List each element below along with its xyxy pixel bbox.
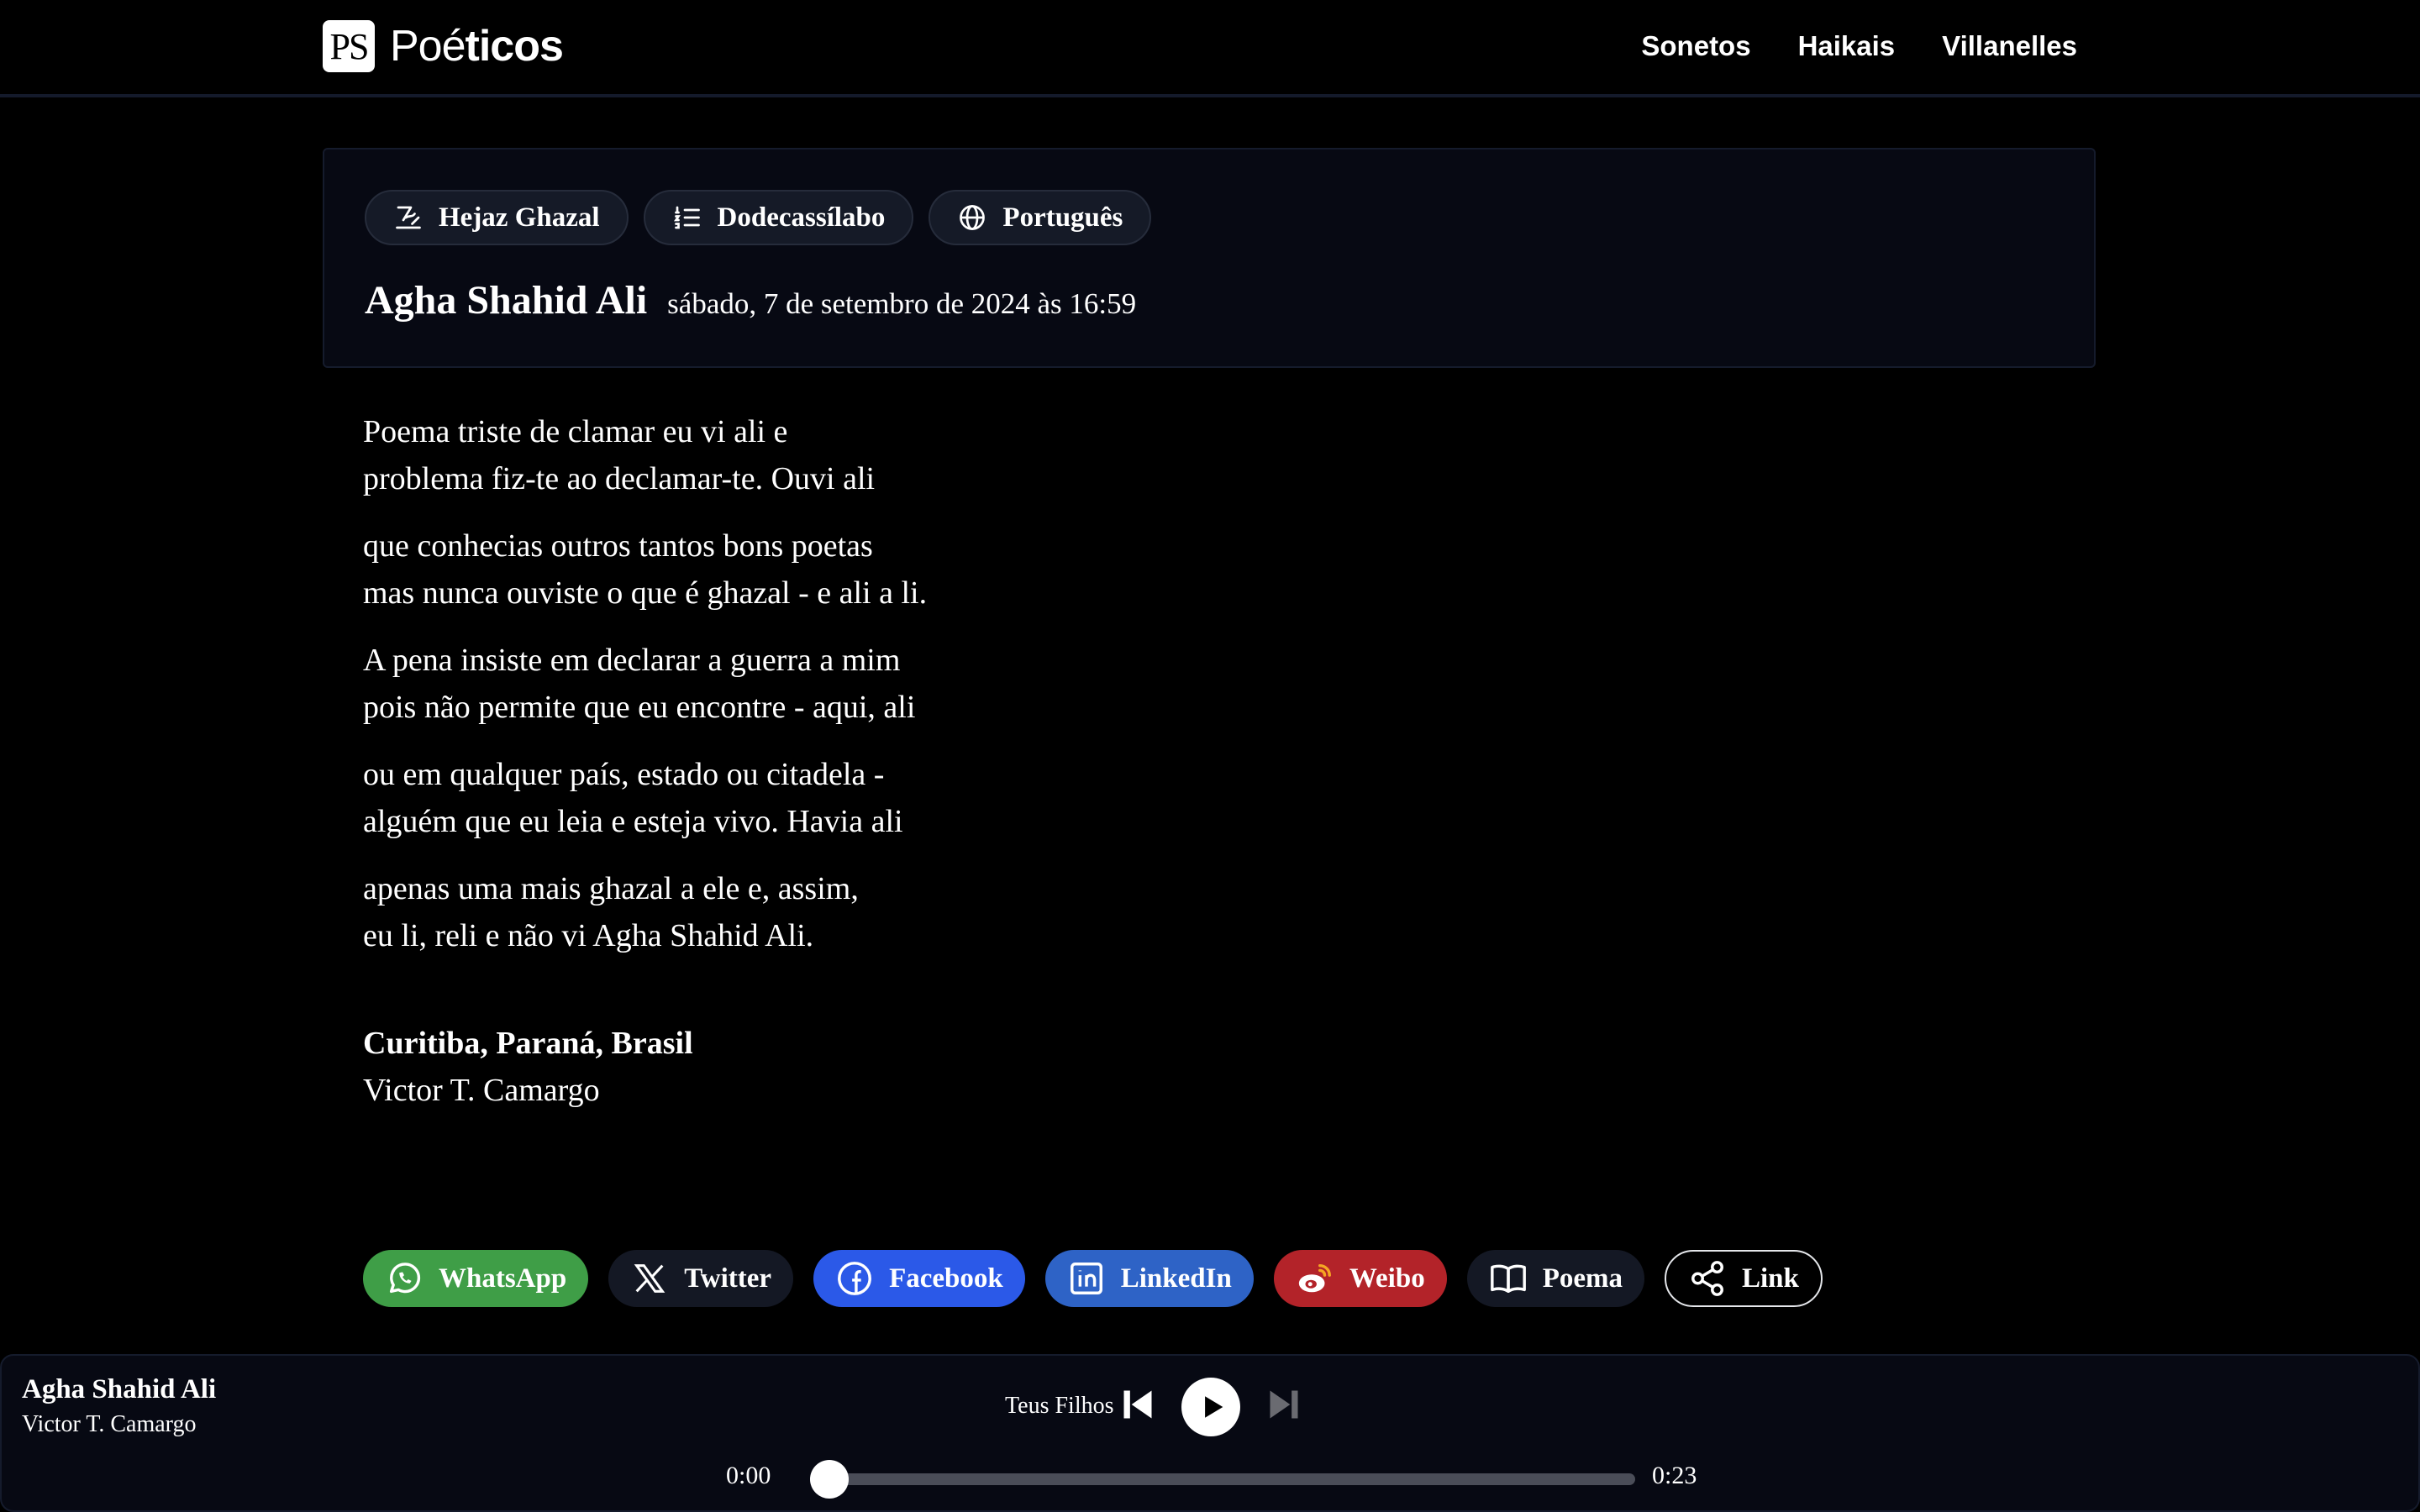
share-facebook-label: Facebook	[889, 1263, 1003, 1294]
share-twitter-label: Twitter	[684, 1263, 772, 1294]
globe-icon	[960, 205, 986, 230]
poem-author: Victor T. Camargo	[363, 1073, 600, 1108]
skip-next-icon[interactable]	[1265, 1386, 1302, 1423]
facebook-icon	[838, 1262, 872, 1295]
poem-line: apenas uma mais ghazal a ele e, assim,	[363, 871, 859, 906]
player-current-time: 0:00	[726, 1462, 771, 1489]
author-line: Agha Shahid Ali sábado, 7 de setembro de…	[365, 277, 1136, 323]
top-navbar: PS Poéticos Sonetos Haikais Villanelles	[0, 0, 2420, 97]
stanza: Poema triste de clamar eu vi ali e probl…	[363, 408, 927, 502]
numbered-list-icon	[673, 206, 700, 229]
share-facebook-button[interactable]: Facebook	[813, 1250, 1025, 1307]
logo-text: Poéticos	[390, 21, 564, 71]
share-linkedin-button[interactable]: LinkedIn	[1044, 1250, 1254, 1307]
poem-line: Poema triste de clamar eu vi ali e	[363, 414, 788, 449]
poem-line: alguém que eu leia e esteja vivo. Havia …	[363, 804, 903, 839]
poem-line: A pena insiste em declarar a guerra a mi…	[363, 643, 901, 678]
poem-line: mas nunca ouviste o que é ghazal - e ali…	[363, 575, 928, 611]
main-nav: Sonetos Haikais Villanelles	[1641, 30, 2077, 62]
poem-line: eu li, reli e não vi Agha Shahid Ali.	[363, 918, 814, 953]
whatsapp-icon	[389, 1263, 421, 1294]
stanza: A pena insiste em declarar a guerra a mi…	[363, 637, 927, 731]
tag-form[interactable]: Hejaz Ghazal	[365, 190, 629, 245]
poem-line: ou em qualquer país, estado ou citadela …	[363, 757, 885, 792]
share-link-button[interactable]: Link	[1665, 1250, 1823, 1307]
share-weibo-button[interactable]: Weibo	[1273, 1250, 1447, 1307]
poem-meta-card: Hejaz Ghazal Dodecassílabo Português Agh…	[323, 148, 2096, 368]
site-logo[interactable]: PS Poéticos	[323, 20, 564, 72]
linkedin-icon	[1070, 1263, 1102, 1294]
player-artist: Victor T. Camargo	[22, 1411, 197, 1437]
share-weibo-label: Weibo	[1349, 1263, 1425, 1294]
share-poema-label: Poema	[1542, 1263, 1623, 1294]
nav-link-sonetos[interactable]: Sonetos	[1641, 30, 1750, 62]
share-whatsapp-button[interactable]: WhatsApp	[363, 1250, 589, 1307]
weibo-icon	[1298, 1263, 1331, 1293]
nav-link-haikais[interactable]: Haikais	[1798, 30, 1896, 62]
audio-player: Agha Shahid Ali Victor T. Camargo Teus F…	[0, 1354, 2420, 1512]
poem-line: problema fiz-te ao declamar-te. Ouvi ali	[363, 461, 876, 496]
poem-line: que conhecias outros tantos bons poetas	[363, 528, 873, 564]
poem-date: sábado, 7 de setembro de 2024 às 16:59	[667, 287, 1137, 320]
share-poema-button[interactable]: Poema	[1466, 1250, 1644, 1307]
tag-language-label: Português	[1002, 202, 1123, 233]
signature-icon	[396, 206, 421, 229]
tag-meter[interactable]: Dodecassílabo	[643, 190, 914, 245]
share-linkedin-label: LinkedIn	[1120, 1263, 1232, 1294]
logo-badge: PS	[323, 20, 375, 72]
poem-line: pois não permite que eu encontre - aqui,…	[363, 690, 916, 725]
share-bar: WhatsApp Twitter Facebook LinkedIn Weibo…	[363, 1250, 1823, 1307]
logo-text-light: Poé	[390, 22, 466, 71]
tag-language[interactable]: Português	[929, 190, 1152, 245]
logo-badge-text: PS	[329, 25, 370, 67]
play-icon	[1205, 1396, 1223, 1418]
share-icon	[1691, 1261, 1723, 1296]
nav-link-villanelles[interactable]: Villanelles	[1942, 30, 2077, 62]
share-whatsapp-label: WhatsApp	[439, 1263, 567, 1294]
progress-thumb[interactable]	[810, 1460, 849, 1499]
x-twitter-icon	[634, 1264, 666, 1293]
player-title: Agha Shahid Ali	[22, 1374, 217, 1404]
poem-tags: Hejaz Ghazal Dodecassílabo Português	[365, 190, 1152, 245]
poem-title: Agha Shahid Ali	[365, 278, 648, 323]
poem-location: Curitiba, Paraná, Brasil	[363, 1026, 693, 1061]
open-book-icon	[1490, 1264, 1526, 1294]
stanza: que conhecias outros tantos bons poetas …	[363, 522, 927, 617]
stanza: apenas uma mais ghazal a ele e, assim, e…	[363, 865, 927, 959]
share-twitter-button[interactable]: Twitter	[608, 1250, 794, 1307]
player-total-time: 0:23	[1652, 1462, 1697, 1489]
player-track-label: Teus Filhos	[1005, 1393, 1114, 1419]
tag-form-label: Hejaz Ghazal	[439, 202, 600, 233]
skip-previous-icon[interactable]	[1119, 1386, 1156, 1423]
share-link-label: Link	[1742, 1263, 1799, 1294]
poem-body: Poema triste de clamar eu vi ali e probl…	[363, 408, 927, 979]
play-button[interactable]	[1181, 1378, 1240, 1436]
stanza: ou em qualquer país, estado ou citadela …	[363, 751, 927, 845]
tag-meter-label: Dodecassílabo	[717, 202, 886, 233]
logo-text-bold: ticos	[465, 22, 564, 71]
progress-slider[interactable]	[810, 1460, 1635, 1499]
